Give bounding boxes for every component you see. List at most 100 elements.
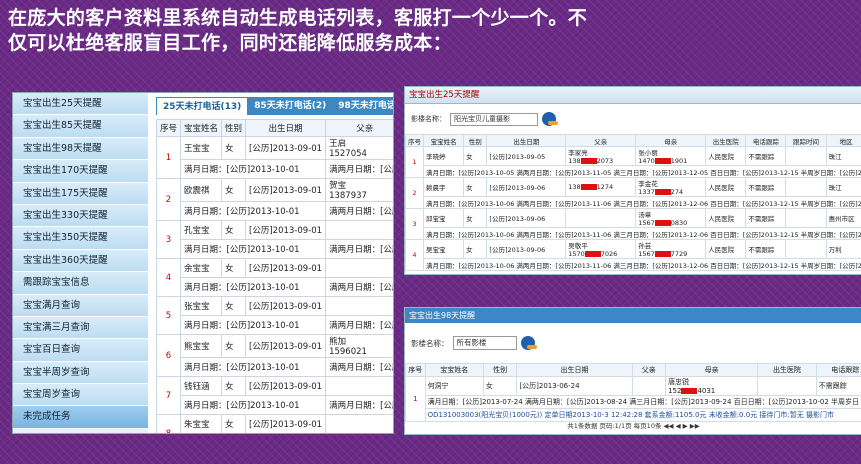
row-index: 1 xyxy=(405,146,424,178)
studio-filter-label: 影楼名称： xyxy=(411,115,446,123)
sidebar-item[interactable]: 宝宝出生85天提醒 xyxy=(13,115,148,138)
studio-select[interactable]: 阳光宝贝儿童摄影 xyxy=(450,112,538,126)
table-row[interactable]: 5 张宝宝女 [公历]2013-09-01 xyxy=(156,296,393,335)
father-phone: 1387937 xyxy=(329,191,367,201)
full-month-date: 满月日期：[公历]2013-10-01 xyxy=(180,315,327,335)
mother-phone-tail: 7729 xyxy=(670,250,688,258)
table-row-dates: 满月日期：[公历]2013-10-01满两月日期：[公历 xyxy=(157,395,393,415)
reminder-table-25: 序号 宝宝姓名 性别 出生日期 父亲 母亲 出生医院 电话跟踪 跟踪时间 地区 1 李晓婷女 [公历]… xyxy=(405,134,861,271)
tab-bar: 25天未打电话(13) 85天未打电话(2) 98天未打电话(0 xyxy=(156,97,393,115)
sidebar-item[interactable]: 宝宝出生25天提醒 xyxy=(13,93,148,116)
redaction-mark xyxy=(580,184,597,190)
track: 不需跟踪 xyxy=(745,177,787,197)
sidebar-item[interactable]: 宝宝出生350天提醒 xyxy=(13,227,148,250)
col-9: 地区 xyxy=(825,134,861,147)
sidebar-item[interactable]: 宝宝周岁查询 xyxy=(13,384,148,407)
col-0: 序号 xyxy=(405,363,426,377)
baby-name: 孔宝宝 xyxy=(180,220,223,240)
customer-icon[interactable] xyxy=(542,112,558,126)
mother-phone-tail: 1901 xyxy=(670,157,688,165)
studio-select-98[interactable]: 所有影楼 xyxy=(452,336,517,350)
father xyxy=(565,208,637,228)
table-row[interactable]: 3 孔宝宝女 [公历]2013-09-01 xyxy=(156,220,393,259)
tab-85-days[interactable]: 85天未打电话(2) xyxy=(248,97,332,115)
table-row[interactable]: 2 赖晨宇女 [公历]2013-09-06 138 1274 李金花 1337 274 人民医院… xyxy=(405,177,861,209)
col-5: 母亲 xyxy=(665,363,759,377)
tab-98-days[interactable]: 98天未打电话(0 xyxy=(332,97,393,115)
table-row-dates: 满月日期：[公历]2013-10-01满两月日期：[公历 xyxy=(157,159,393,179)
headline-line-1: 在庞大的客户资料里系统自动生成电话列表，客服打一个少一个。不 xyxy=(8,7,588,29)
sidebar-item[interactable]: 宝宝出生360天提醒 xyxy=(13,249,148,273)
two-month-date: 满两月日期：[公历 xyxy=(325,239,393,259)
table-row[interactable]: 8朱宝宝女[公历]2013-09-01 xyxy=(156,414,393,433)
mother: 孙芸 1567 7729 xyxy=(635,239,707,259)
sidebar-item[interactable]: 宝宝出生170天提醒 xyxy=(13,160,148,183)
redaction-mark xyxy=(681,388,698,394)
sidebar-item[interactable]: 宝宝出生98天提醒 xyxy=(13,137,148,161)
table-row-dates: 满月日期：[公历]2013-10-01满两月日期：[公历 xyxy=(157,357,393,377)
date-detail: 满月日期：[公历]2013-10-06 满两月日期：[公历]2013-11-06… xyxy=(423,196,861,209)
table-row[interactable]: 7 钱钰涵女 [公历]2013-09-01 xyxy=(156,376,393,415)
redaction-mark xyxy=(580,158,597,164)
date-detail: 满月日期：[公历]2013-07-24 满两月日期：[公历]2013-08-24… xyxy=(424,395,861,409)
birth-date: [公历]2013-09-01 xyxy=(245,376,327,396)
tab-25-days[interactable]: 25天未打电话(13) xyxy=(156,97,249,115)
two-month-date: 满两月日期：[公历 xyxy=(325,395,393,415)
sidebar-item[interactable]: 宝宝满月查询 xyxy=(13,294,148,317)
gender: 女 xyxy=(221,258,247,278)
col-8: 跟踪时间 xyxy=(785,134,827,147)
table-row-dates: 满月日期：[公历]2013-10-01满两月日期：[公历 xyxy=(157,201,393,221)
col-3: 出生日期 xyxy=(516,363,633,377)
father: 熊加 1596021 xyxy=(325,334,393,358)
two-month-date: 满两月日期：[公历 xyxy=(325,315,393,335)
father-phone-tail: 7026 xyxy=(600,250,618,258)
customer-icon-98[interactable] xyxy=(520,336,537,350)
sidebar-item[interactable]: 宝宝出生330天提醒 xyxy=(13,204,148,228)
birth-date: [公历]2013-09-01 xyxy=(245,258,327,278)
table-row[interactable]: 4 吴宝宝女 [公历]2013-09-06 吴敬平 1570 7026 孙芸 1567 7729… xyxy=(405,239,861,271)
father: 王启 1527054 xyxy=(325,136,393,160)
table-row[interactable]: 3 邱宝宝女 [公历]2013-09-06 汤章 1567 0830 人民医院 不需跟踪 惠州市… xyxy=(405,208,861,240)
gender: 女 xyxy=(482,376,518,396)
mother-phone-prefix: 1470 xyxy=(638,157,655,165)
father xyxy=(325,220,393,240)
sidebar-item[interactable]: 需跟踪宝宝信息 xyxy=(13,272,148,295)
full-month-date: 满月日期：[公历]2013-10-01 xyxy=(180,239,327,259)
row-index: 4 xyxy=(405,239,424,271)
table-row[interactable]: 6 熊宝宝女 [公历]2013-09-01 熊加 1596021 xyxy=(156,334,393,377)
sidebar-item[interactable]: 宝宝百日查询 xyxy=(13,339,148,362)
table-row[interactable]: 2 欧震祺女 [公历]2013-09-01 贺宝 1387937 xyxy=(156,178,393,221)
col-2: 性别 xyxy=(482,363,518,377)
sidebar-item[interactable]: 未完成任务 xyxy=(13,406,148,429)
table-row[interactable]: 4 余宝宝女 [公历]2013-09-01 xyxy=(156,258,393,297)
table-row[interactable]: 1 李晓婷女 [公历]2013-09-05 李家亮 138 2073 张小丽 1470 1901… xyxy=(405,146,861,178)
col-3: 出生日期 xyxy=(486,134,567,147)
col-baby-name: 宝宝姓名 xyxy=(180,119,223,137)
table-row[interactable]: 1 王宝宝女 [公历]2013-09-01 王启 1527054 xyxy=(156,136,393,179)
col-4: 父亲 xyxy=(631,363,667,377)
sidebar-item[interactable]: 宝宝满三月查询 xyxy=(13,316,148,340)
col-5: 母亲 xyxy=(635,134,707,147)
mother-phone-prefix: 1567 xyxy=(638,250,655,258)
hospital: 人民医院 xyxy=(705,146,747,166)
mother-phone-prefix: 1337 xyxy=(638,188,655,196)
pagination[interactable]: 共1条数据 页码:1/1页 每页10条 ◀◀ ◀ ▶ ▶▶ xyxy=(405,420,861,432)
birth-date: [公历]2013-09-01 xyxy=(245,178,327,202)
sidebar-item[interactable]: 宝宝出生175天提醒 xyxy=(13,182,148,205)
baby-name: 张宝宝 xyxy=(180,296,223,316)
birth-date: [公历]2013-09-06 xyxy=(486,239,567,259)
track: 不需跟踪 xyxy=(815,376,861,396)
col-6: 出生医院 xyxy=(705,134,747,147)
table-row[interactable]: 1 何洞宁 女 [公历]2013-06-24 唐忠锐 152 4031 不需跟踪 xyxy=(405,376,861,422)
father xyxy=(325,258,393,278)
col-1: 宝宝姓名 xyxy=(422,134,465,147)
mother-phone-tail: 4031 xyxy=(697,387,716,395)
hospital: 人民医院 xyxy=(705,239,747,259)
two-month-date: 满两月日期：[公历 xyxy=(325,201,393,221)
father xyxy=(325,376,393,396)
redaction-mark xyxy=(584,251,601,257)
mother-name: 汤章 xyxy=(638,211,652,219)
baby-name: 朱宝宝 xyxy=(180,414,223,433)
sidebar-item[interactable]: 宝宝半周岁查询 xyxy=(13,361,148,385)
birth-date: [公历]2013-09-01 xyxy=(245,136,327,160)
